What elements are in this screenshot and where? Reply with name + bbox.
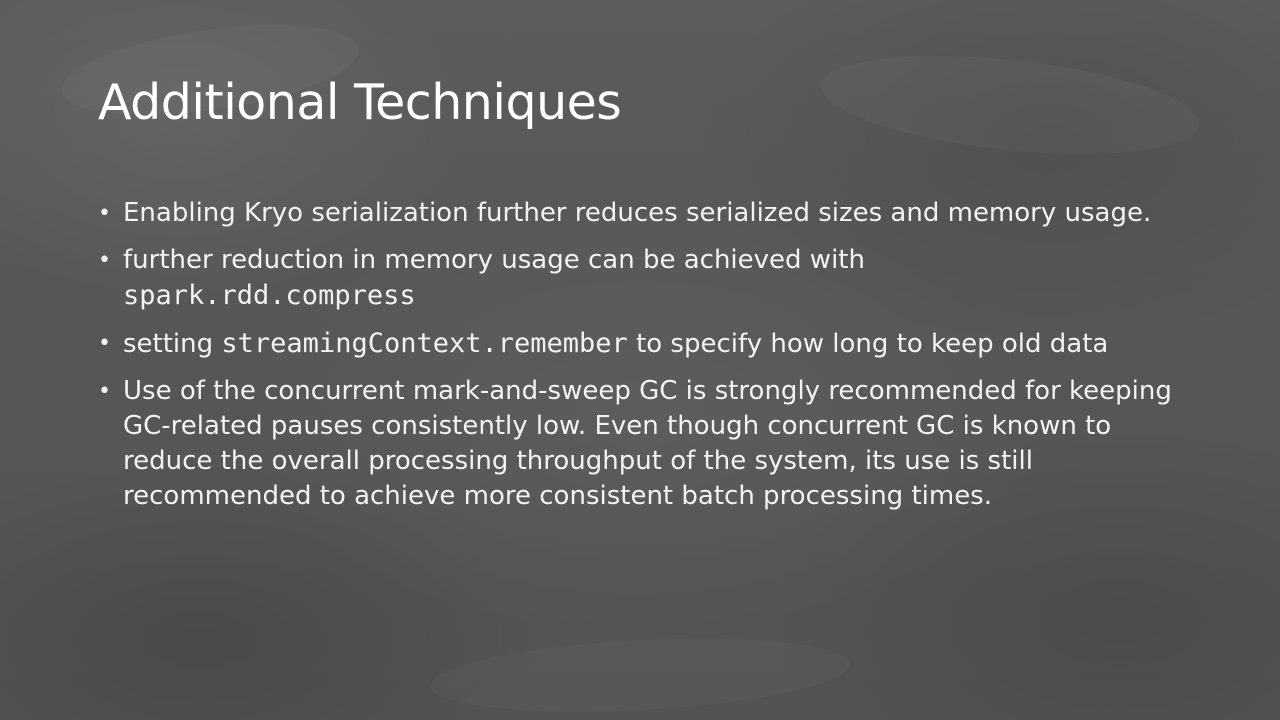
bullet-code: spark.rdd.compress [123, 280, 416, 311]
slide: Additional Techniques • Enabling Kryo se… [0, 0, 1280, 720]
bullet-text: to specify how long to keep old data [636, 329, 1109, 359]
bullet-text: further reduction in memory usage can be… [123, 245, 865, 275]
bullet-dot-icon: • [98, 331, 111, 356]
bullet-item: • Enabling Kryo serialization further re… [98, 196, 1188, 231]
bullet-code: streamingContext.remember [221, 328, 628, 359]
bullet-text: Use of the concurrent mark-and-sweep GC … [123, 376, 1172, 511]
bullet-item: • Use of the concurrent mark-and-sweep G… [98, 374, 1188, 514]
bullet-list: • Enabling Kryo serialization further re… [98, 196, 1188, 526]
bullet-dot-icon: • [98, 379, 111, 404]
bullet-dot-icon: • [98, 201, 111, 226]
bullet-item: • setting streamingContext.remember to s… [98, 326, 1188, 362]
slide-title: Additional Techniques [98, 74, 622, 131]
chalk-smudge [816, 40, 1203, 169]
bullet-text: setting [123, 329, 214, 359]
chalk-smudge [428, 629, 851, 720]
bullet-dot-icon: • [98, 248, 111, 273]
bullet-item: • further reduction in memory usage can … [98, 243, 1188, 314]
bullet-text: Enabling Kryo serialization further redu… [123, 198, 1152, 228]
